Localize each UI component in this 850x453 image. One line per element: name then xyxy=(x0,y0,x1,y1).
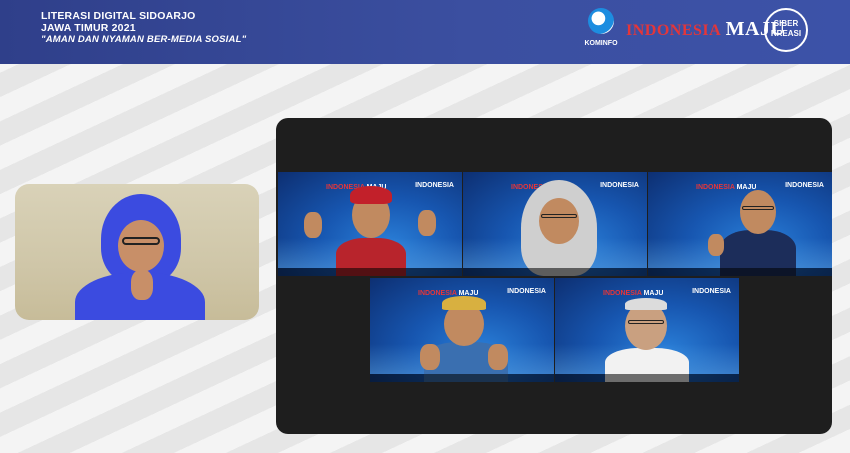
participant-tile-5[interactable]: INDONESIA MAJU INDONESIA xyxy=(555,278,739,382)
participant-left-hand xyxy=(304,212,322,238)
tile-indonesia-badge: INDONESIA xyxy=(692,288,731,295)
siber-logo-text: SIBER xyxy=(773,19,799,28)
event-header-banner: LITERASI DIGITAL SIDOARJO JAWA TIMUR 202… xyxy=(0,0,850,64)
kominfo-logo-label: KOMINFO xyxy=(584,40,618,47)
participant-tile-1[interactable]: INDONESIA MAJU INDONESIA xyxy=(278,172,462,276)
participant-hand xyxy=(708,234,724,256)
participant-tile-2[interactable]: INDONESIA MAJU INDONESIA xyxy=(463,172,647,276)
event-title-line2: JAWA TIMUR 2021 xyxy=(41,22,136,34)
kreasi-logo-text: KREASI xyxy=(770,29,802,38)
participant-right-thumb xyxy=(488,344,508,370)
tile-indonesia-badge: INDONESIA xyxy=(507,288,546,295)
tile-indonesia-badge: INDONESIA xyxy=(415,182,454,189)
participant-cap xyxy=(442,296,486,310)
participant-head xyxy=(740,190,776,234)
participant-hair xyxy=(625,298,667,310)
presenter-glasses xyxy=(122,237,160,245)
participant-name-bar xyxy=(370,374,554,382)
participant-tile-4[interactable]: INDONESIA MAJU INDONESIA xyxy=(370,278,554,382)
participant-head xyxy=(539,198,579,244)
indonesia-maju-logo: INDONESIA MAJU xyxy=(626,18,785,44)
presenter-video-feed[interactable] xyxy=(15,184,259,320)
kominfo-emblem-icon xyxy=(588,8,614,34)
event-tagline: "AMAN DAN NYAMAN BER-MEDIA SOSIAL" xyxy=(41,34,247,45)
tile-indonesia-badge: INDONESIA xyxy=(600,182,639,189)
participant-name-bar xyxy=(648,268,832,276)
participant-name-bar xyxy=(278,268,462,276)
participant-glasses xyxy=(628,320,664,324)
participant-name-bar xyxy=(463,268,647,276)
presenter-face xyxy=(118,220,164,272)
indonesia-logo-text: INDONESIA xyxy=(626,22,722,39)
participant-glasses xyxy=(742,206,774,210)
participant-right-hand xyxy=(418,210,436,236)
participant-glasses xyxy=(541,214,577,218)
siberkreasi-logo: SIBER KREASI xyxy=(764,8,808,52)
tile-indonesia-badge: INDONESIA xyxy=(785,182,824,189)
tile-brand-logo: INDONESIA MAJU xyxy=(603,290,664,297)
presenter-hand-thumbs-up xyxy=(131,270,153,300)
tile-brand-logo: INDONESIA MAJU xyxy=(696,184,757,191)
participant-tile-3[interactable]: INDONESIA MAJU INDONESIA xyxy=(648,172,832,276)
participant-name-bar xyxy=(555,374,739,382)
kominfo-logo: KOMINFO xyxy=(582,8,620,54)
participant-grid-panel: INDONESIA MAJU INDONESIA INDONESIA MAJU … xyxy=(276,118,832,434)
participant-headscarf xyxy=(350,186,392,204)
participant-left-thumb xyxy=(420,344,440,370)
event-title: LITERASI DIGITAL SIDOARJO JAWA TIMUR 202… xyxy=(41,10,246,46)
event-title-line1: LITERASI DIGITAL SIDOARJO xyxy=(41,10,196,22)
